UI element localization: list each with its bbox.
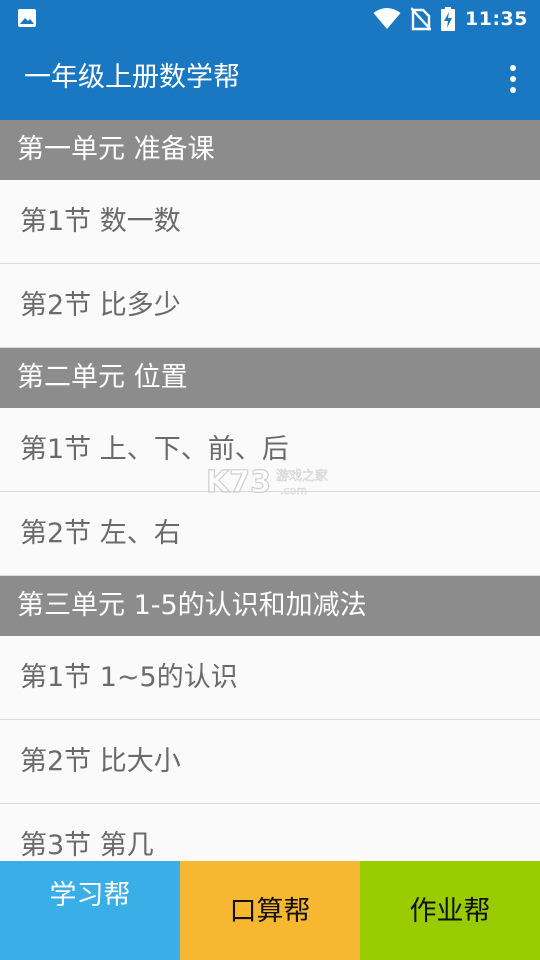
- lesson-item[interactable]: 第2节 比多少: [0, 264, 540, 348]
- unit-header: 第一单元 准备课: [0, 120, 540, 180]
- battery-charging-icon: [441, 6, 456, 31]
- image-icon: [18, 9, 36, 27]
- app-title: 一年级上册数学帮: [24, 62, 240, 93]
- unit-header: 第二单元 位置: [0, 348, 540, 408]
- screen: 11:35 一年级上册数学帮 第一单元 准备课 第1节 数一数 第2节 比多少 …: [0, 0, 540, 960]
- lesson-item[interactable]: 第1节 1~5的认识: [0, 636, 540, 720]
- lesson-list: 第一单元 准备课 第1节 数一数 第2节 比多少 第二单元 位置 第1节 上、下…: [0, 120, 540, 888]
- status-icons: 11:35: [373, 0, 528, 37]
- more-vert-icon[interactable]: [506, 65, 520, 93]
- status-bar: 11:35: [0, 0, 540, 37]
- tab-study[interactable]: 学习帮: [0, 861, 180, 960]
- unit-header: 第三单元 1-5的认识和加减法: [0, 576, 540, 636]
- tab-homework[interactable]: 作业帮: [360, 861, 540, 960]
- no-sim-icon: [411, 6, 432, 31]
- lesson-item[interactable]: 第2节 左、右: [0, 492, 540, 576]
- wifi-icon: [373, 7, 401, 29]
- tab-mental-math[interactable]: 口算帮: [180, 861, 360, 960]
- status-time: 11:35: [465, 7, 528, 30]
- lesson-item[interactable]: 第2节 比大小: [0, 720, 540, 804]
- app-bar: 一年级上册数学帮: [0, 37, 540, 120]
- lesson-item[interactable]: 第1节 上、下、前、后: [0, 408, 540, 492]
- bottom-tabs: 学习帮 口算帮 作业帮: [0, 861, 540, 960]
- lesson-item[interactable]: 第1节 数一数: [0, 180, 540, 264]
